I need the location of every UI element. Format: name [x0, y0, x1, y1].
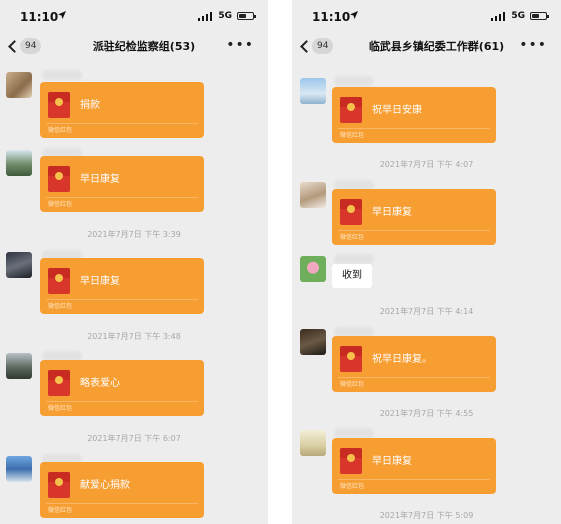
red-packet-icon: [48, 268, 70, 294]
red-packet-title: 早日康复: [372, 456, 412, 467]
avatar[interactable]: [300, 430, 326, 456]
red-packet-title: 早日康复: [80, 276, 120, 287]
red-packet-icon: [340, 346, 362, 372]
avatar[interactable]: [6, 456, 32, 482]
more-options-icon[interactable]: •••: [519, 38, 547, 52]
red-packet-divider: [338, 128, 490, 129]
back-chevron-icon[interactable]: [300, 40, 313, 53]
chat-nav-bar: 94 临武县乡镇纪委工作群(61) •••: [292, 34, 561, 60]
chat-screen-left: 11:10 5G 94 派驻纪检监察组(53) ••• 捐款 微信红包 早日康复…: [0, 0, 268, 524]
red-packet-divider: [46, 299, 198, 300]
sender-name-blurred: [334, 428, 374, 438]
message-timestamp: 2021年7月7日 下午 5:09: [379, 511, 474, 520]
red-packet-footer: 微信红包: [340, 483, 365, 490]
message-timestamp: 2021年7月7日 下午 6:07: [87, 434, 181, 443]
status-bar: 11:10 5G: [0, 0, 268, 34]
network-label: 5G: [511, 11, 525, 21]
red-packet-icon: [340, 97, 362, 123]
red-packet-icon: [48, 472, 70, 498]
status-time: 11:10: [312, 10, 351, 24]
red-packet-divider: [338, 479, 490, 480]
message-timestamp: 2021年7月7日 下午 4:14: [379, 307, 474, 316]
red-packet-message[interactable]: 早日康复 微信红包: [40, 156, 204, 212]
more-options-icon[interactable]: •••: [226, 38, 254, 52]
avatar[interactable]: [300, 182, 326, 208]
avatar[interactable]: [300, 78, 326, 104]
sender-name-blurred: [334, 76, 374, 86]
message-timestamp: 2021年7月7日 下午 3:48: [87, 332, 181, 341]
red-packet-icon: [48, 370, 70, 396]
red-packet-footer: 微信红包: [340, 234, 365, 241]
red-packet-footer: 微信红包: [48, 405, 73, 412]
red-packet-title: 祝早日康复。: [372, 354, 432, 365]
red-packet-divider: [338, 230, 490, 231]
red-packet-message[interactable]: 捐款 微信红包: [40, 82, 204, 138]
red-packet-title: 捐款: [80, 100, 100, 111]
red-packet-message[interactable]: 祝早日康复。 微信红包: [332, 336, 496, 392]
avatar[interactable]: [6, 72, 32, 98]
chat-screen-right: 11:10 5G 94 临武县乡镇纪委工作群(61) ••• 祝早日安康 微信红…: [292, 0, 561, 524]
text-message[interactable]: 收到: [332, 264, 372, 288]
red-packet-footer: 微信红包: [340, 132, 365, 139]
red-packet-footer: 微信红包: [340, 381, 365, 388]
sender-name-blurred: [42, 70, 82, 80]
red-packet-message[interactable]: 早日康复 微信红包: [332, 189, 496, 245]
red-packet-footer: 微信红包: [48, 507, 73, 514]
red-packet-message[interactable]: 早日康复 微信红包: [40, 258, 204, 314]
red-packet-title: 献爱心捐款: [80, 480, 130, 491]
message-timestamp: 2021年7月7日 下午 4:07: [379, 160, 474, 169]
red-packet-icon: [48, 166, 70, 192]
location-arrow-icon: [58, 11, 66, 19]
red-packet-divider: [46, 503, 198, 504]
unread-count-badge[interactable]: 94: [20, 38, 42, 54]
red-packet-icon: [48, 92, 70, 118]
chat-nav-bar: 94 派驻纪检监察组(53) •••: [0, 34, 268, 60]
status-time: 11:10: [20, 10, 59, 24]
unread-count-badge[interactable]: 94: [312, 38, 334, 54]
red-packet-message[interactable]: 献爱心捐款 微信红包: [40, 462, 204, 518]
red-packet-message[interactable]: 早日康复 微信红包: [332, 438, 496, 494]
red-packet-icon: [340, 199, 362, 225]
avatar[interactable]: [300, 256, 326, 282]
red-packet-footer: 微信红包: [48, 303, 73, 310]
red-packet-divider: [338, 377, 490, 378]
avatar[interactable]: [6, 353, 32, 379]
avatar[interactable]: [300, 329, 326, 355]
network-label: 5G: [218, 11, 232, 21]
chat-title: 派驻纪检监察组(53): [92, 40, 196, 53]
red-packet-footer: 微信红包: [48, 127, 73, 134]
red-packet-message[interactable]: 略表爱心 微信红包: [40, 360, 204, 416]
red-packet-divider: [46, 197, 198, 198]
red-packet-divider: [46, 123, 198, 124]
location-arrow-icon: [350, 11, 358, 19]
avatar[interactable]: [6, 252, 32, 278]
battery-icon: [237, 12, 256, 20]
red-packet-divider: [46, 401, 198, 402]
red-packet-title: 早日康复: [80, 174, 120, 185]
message-timestamp: 2021年7月7日 下午 4:55: [379, 409, 474, 418]
red-packet-title: 祝早日安康: [372, 105, 422, 116]
avatar[interactable]: [6, 150, 32, 176]
back-chevron-icon[interactable]: [8, 40, 21, 53]
status-bar: 11:10 5G: [292, 0, 561, 34]
message-timestamp: 2021年7月7日 下午 3:39: [87, 230, 181, 239]
chat-title: 临武县乡镇纪委工作群(61): [368, 40, 505, 53]
red-packet-title: 略表爱心: [80, 378, 120, 389]
red-packet-icon: [340, 448, 362, 474]
sender-name-blurred: [334, 254, 374, 264]
signal-icon: [198, 12, 212, 21]
signal-icon: [491, 12, 505, 21]
red-packet-footer: 微信红包: [48, 201, 73, 208]
red-packet-message[interactable]: 祝早日安康 微信红包: [332, 87, 496, 143]
red-packet-title: 早日康复: [372, 207, 412, 218]
battery-icon: [530, 12, 549, 20]
